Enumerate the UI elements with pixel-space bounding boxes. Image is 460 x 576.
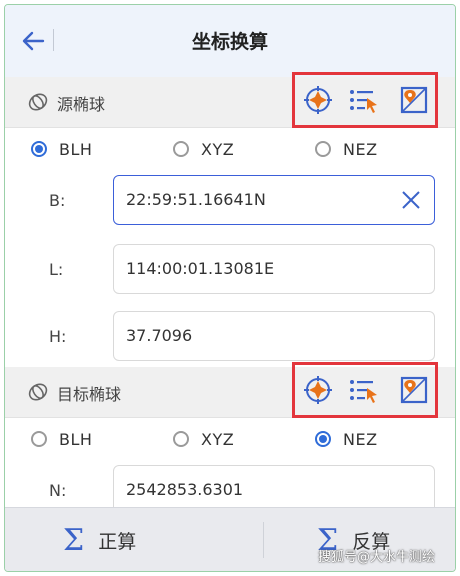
longitude-l-value: 114:00:01.13081E bbox=[126, 259, 275, 278]
height-h-input[interactable]: 37.7096 bbox=[113, 311, 435, 361]
target-format-radios: BLH XYZ NEZ bbox=[5, 417, 455, 461]
point-list-icon[interactable] bbox=[349, 85, 379, 115]
target-ellipsoid-title: 目标椭球 bbox=[57, 385, 122, 404]
field-label-b: B: bbox=[49, 191, 66, 210]
close-icon[interactable] bbox=[400, 189, 422, 211]
source-radio-blh[interactable]: BLH bbox=[31, 137, 92, 161]
map-pick-icon[interactable] bbox=[399, 85, 429, 115]
radio-checked-icon bbox=[315, 431, 331, 447]
radio-unchecked-icon bbox=[173, 141, 189, 157]
gps-crosshair-icon[interactable] bbox=[303, 375, 333, 405]
radio-unchecked-icon bbox=[173, 431, 189, 447]
northing-n-value: 2542853.6301 bbox=[126, 480, 244, 499]
source-radio-xyz[interactable]: XYZ bbox=[173, 137, 234, 161]
radio-checked-icon bbox=[31, 141, 47, 157]
gps-crosshair-icon[interactable] bbox=[303, 85, 333, 115]
source-radio-nez[interactable]: NEZ bbox=[315, 137, 378, 161]
latitude-b-input[interactable]: 22:59:51.16641N bbox=[113, 175, 435, 225]
header-bar: 坐标换算 bbox=[5, 5, 455, 78]
point-list-icon[interactable] bbox=[349, 375, 379, 405]
height-h-value: 37.7096 bbox=[126, 326, 193, 345]
field-label-h: H: bbox=[49, 327, 67, 346]
forward-calc-button[interactable]: Σ 正算 bbox=[63, 522, 136, 558]
field-label-l: L: bbox=[49, 260, 64, 279]
target-tools-highlight bbox=[292, 362, 438, 418]
target-radio-nez[interactable]: NEZ bbox=[315, 427, 378, 451]
source-tools-highlight bbox=[292, 72, 438, 128]
source-ellipsoid-title: 源椭球 bbox=[57, 95, 106, 114]
ellipsoid-icon bbox=[28, 383, 48, 401]
source-format-radios: BLH XYZ NEZ bbox=[5, 127, 455, 171]
page-title: 坐标换算 bbox=[191, 31, 268, 53]
sigma-icon: Σ bbox=[63, 522, 85, 558]
latitude-b-value: 22:59:51.16641N bbox=[126, 190, 266, 209]
field-label-n: N: bbox=[49, 481, 67, 500]
ellipsoid-icon bbox=[28, 93, 48, 111]
app-frame: 坐标换算 源椭球 BLH XYZ NEZ B: 22:59:51.16641N … bbox=[4, 4, 456, 572]
forward-calc-label: 正算 bbox=[98, 530, 137, 553]
target-radio-xyz[interactable]: XYZ bbox=[173, 427, 234, 451]
radio-unchecked-icon bbox=[315, 141, 331, 157]
radio-unchecked-icon bbox=[31, 431, 47, 447]
longitude-l-input[interactable]: 114:00:01.13081E bbox=[113, 244, 435, 294]
target-radio-blh[interactable]: BLH bbox=[31, 427, 92, 451]
footer-divider bbox=[263, 522, 264, 558]
watermark: 搜狐号@大水牛测绘 bbox=[318, 550, 436, 565]
map-pick-icon[interactable] bbox=[399, 375, 429, 405]
